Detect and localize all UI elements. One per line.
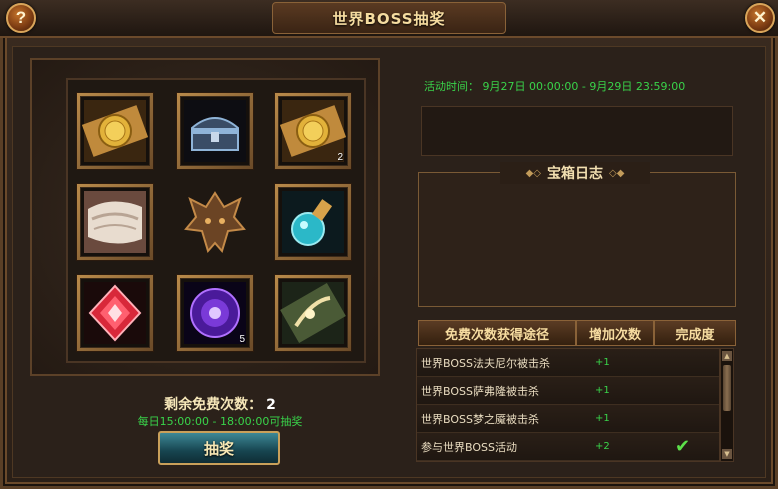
scroll-down-icon[interactable]: ▼ <box>722 449 732 459</box>
task-bonus: +1 <box>595 413 610 424</box>
task-bonus: +1 <box>595 385 610 396</box>
task-name: 参与世界BOSS活动 <box>421 440 517 454</box>
slot-count: 2 <box>337 152 343 163</box>
close-icon: ✕ <box>752 8 768 27</box>
title-bar: ? 世界BOSS抽奖 ✕ <box>0 0 778 38</box>
white-cloth-icon <box>84 191 146 253</box>
boss-emblem <box>176 183 254 261</box>
task-bonus: +1 <box>595 357 610 368</box>
draw-button[interactable]: 抽奖 <box>158 431 280 465</box>
free-draw-label: 剩余免费次数： <box>164 397 263 413</box>
reward-slot-1[interactable] <box>76 92 154 170</box>
task-name: 世界BOSS萨弗隆被击杀 <box>421 384 539 398</box>
task-row: 参与世界BOSS活动 +2 ✔ <box>417 433 719 461</box>
task-row: 世界BOSS梦之魇被击杀 +1 <box>417 405 719 433</box>
slot-count: 5 <box>239 334 245 345</box>
activity-time: 活动时间： 9月27日 00:00:00 - 9月29日 23:59:00 <box>424 80 686 93</box>
help-icon: ? <box>15 8 27 27</box>
close-button[interactable]: ✕ <box>745 3 775 33</box>
reward-slot-4[interactable] <box>76 183 154 261</box>
task-name: 世界BOSS梦之魇被击杀 <box>421 412 539 426</box>
reward-slot-7[interactable]: 5 <box>176 274 254 352</box>
chest-log-label: 宝箱日志 <box>547 166 603 182</box>
draw-time-note: 每日15:00:00 - 18:00:00可抽奖 <box>137 415 303 428</box>
task-name: 世界BOSS法夫尼尔被击杀 <box>421 356 550 370</box>
tab-completion[interactable]: 完成度 <box>654 320 736 346</box>
check-icon: ✔ <box>675 436 691 457</box>
reward-slot-3[interactable]: 2 <box>274 92 352 170</box>
scroll-up-icon[interactable]: ▲ <box>722 351 732 361</box>
red-gem-icon <box>84 282 146 344</box>
reward-slot-6[interactable] <box>76 274 154 352</box>
green-scroll-card-icon <box>280 282 346 344</box>
gold-coin-card-icon <box>82 100 148 162</box>
chest-log-panel <box>418 172 736 307</box>
help-button[interactable]: ? <box>6 3 36 33</box>
free-draw-count: 剩余免费次数： 2 <box>130 394 310 414</box>
boss-head-emblem-icon <box>184 191 246 254</box>
scroll-thumb[interactable] <box>723 365 731 411</box>
window-title: 世界BOSS抽奖 <box>332 9 446 28</box>
diamond-ornament-icon: ◇◆ <box>609 167 625 179</box>
treasure-chest-icon <box>184 100 246 162</box>
tab-add-count[interactable]: 增加次数 <box>576 320 654 346</box>
title-plate: 世界BOSS抽奖 <box>272 2 506 34</box>
reward-slot-8[interactable] <box>274 274 352 352</box>
blue-potion-icon <box>282 191 344 253</box>
task-list: 世界BOSS法夫尼尔被击杀 +1 世界BOSS萨弗隆被击杀 +1 世界BOSS梦… <box>416 348 720 462</box>
diamond-ornament-icon: ◆◇ <box>525 167 541 179</box>
chest-log-title: ◆◇ 宝箱日志 ◇◆ <box>500 162 650 184</box>
task-tabs: 免费次数获得途径 增加次数 完成度 <box>418 320 736 346</box>
free-draw-value: 2 <box>266 397 276 413</box>
task-bonus: +2 <box>595 441 610 452</box>
task-row: 世界BOSS法夫尼尔被击杀 +1 <box>417 349 719 377</box>
task-list-scrollbar[interactable]: ▲ ▼ <box>720 348 734 462</box>
task-row: 世界BOSS萨弗隆被击杀 +1 <box>417 377 719 405</box>
reward-slot-2[interactable] <box>176 92 254 170</box>
info-box <box>421 106 733 156</box>
reward-slot-5[interactable] <box>274 183 352 261</box>
tab-free-draw-sources[interactable]: 免费次数获得途径 <box>418 320 576 346</box>
